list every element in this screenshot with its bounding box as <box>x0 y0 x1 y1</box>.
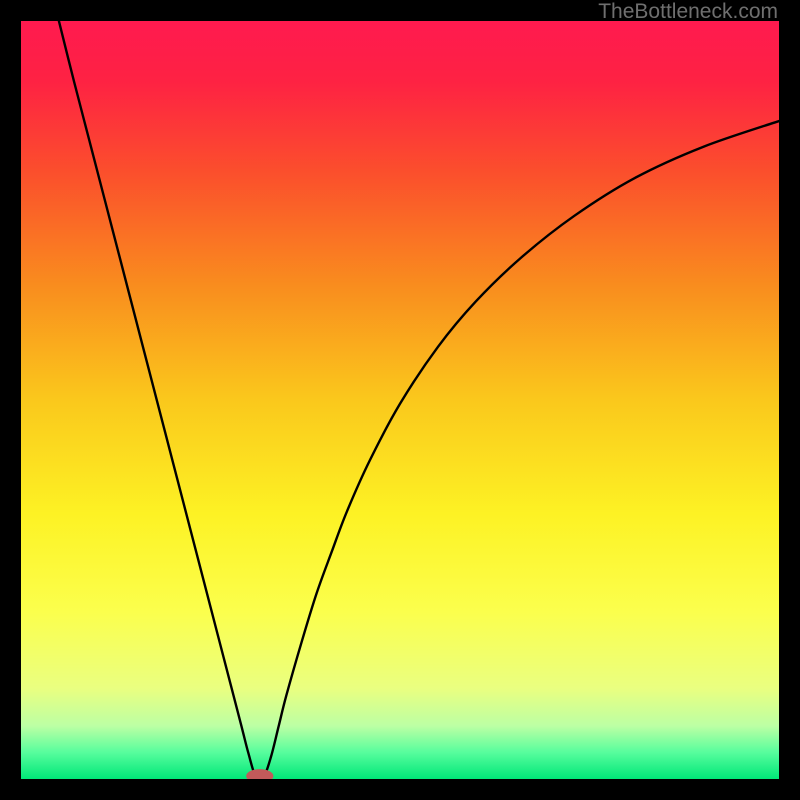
chart-frame <box>21 21 779 779</box>
chart-background <box>21 21 779 779</box>
watermark-text: TheBottleneck.com <box>598 0 778 24</box>
bottleneck-chart <box>21 21 779 779</box>
